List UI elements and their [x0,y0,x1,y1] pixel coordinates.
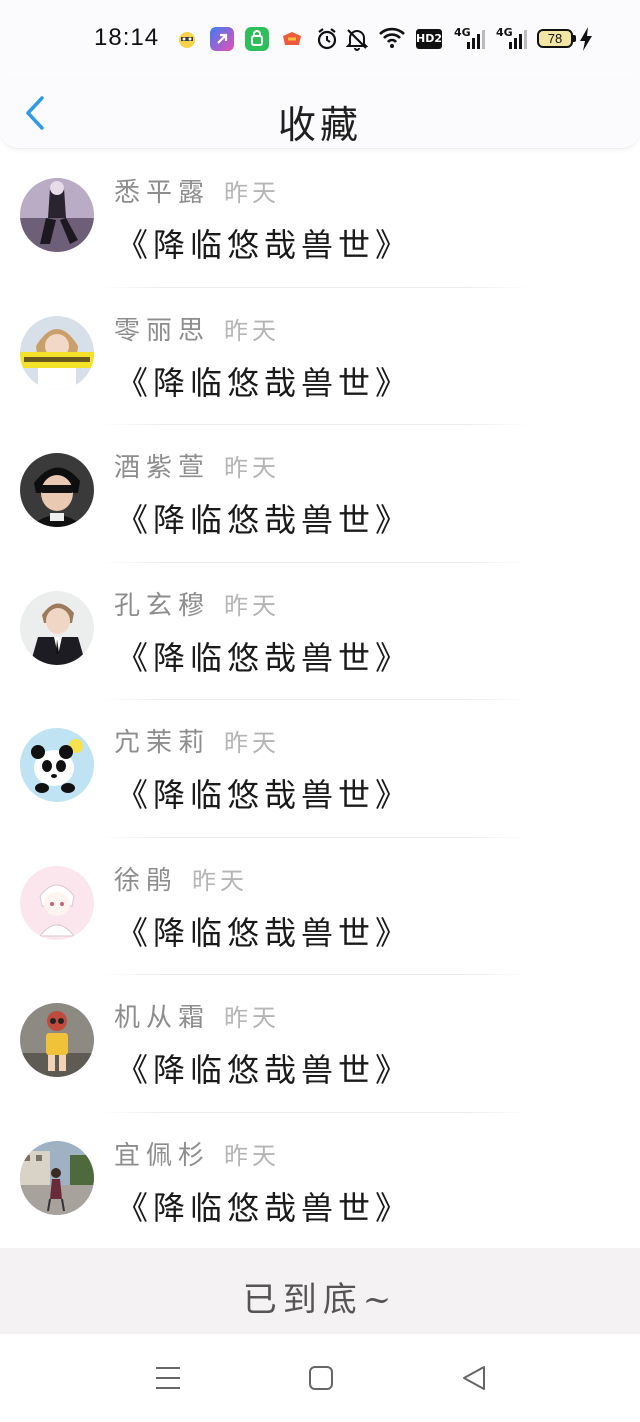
charging-icon [579,27,593,55]
menu-icon [156,1367,180,1389]
header-bar: 收藏 [0,80,640,149]
item-title: 《降临悠哉兽世》 [116,776,413,814]
avatar [20,1003,94,1077]
avatar [20,315,94,390]
hd-voice-badge: HD2 [416,29,442,49]
list-item[interactable]: 酒紫萱 昨天 《降临悠哉兽世》 [0,425,640,563]
system-nav-bar [0,1334,640,1422]
item-time: 昨天 [224,179,281,207]
item-title: 《降临悠哉兽世》 [116,913,413,952]
wifi-icon [378,26,406,54]
signal-icon [466,30,486,54]
list-item[interactable]: 宜佩杉 昨天 《降临悠哉兽世》 [0,1113,640,1251]
alarm-icon [315,26,339,56]
item-time: 昨天 [224,591,281,620]
avatar [20,1140,94,1215]
signal-icon-2 [508,30,528,54]
item-title: 《降临悠哉兽世》 [116,1051,413,1089]
home-icon [309,1366,333,1390]
item-author: 零丽思 昨天 [114,315,281,346]
shortcut-app-icon [210,27,234,51]
item-time: 昨天 [224,729,281,757]
avatar [20,178,94,252]
item-author: 机从霜 昨天 [114,1003,281,1033]
item-title: 《降临悠哉兽世》 [116,363,413,402]
battery-indicator: 78 [537,29,576,48]
list-item[interactable]: 悉平露 昨天 《降临悠哉兽世》 [0,150,640,288]
item-title: 《降临悠哉兽世》 [116,638,413,677]
item-time: 昨天 [224,1004,281,1032]
list-item[interactable]: 宂茉莉 昨天 《降临悠哉兽世》 [0,700,640,838]
item-time: 昨天 [224,454,281,482]
item-author: 孔玄穆 昨天 [114,590,281,621]
page-title: 收藏 [277,103,362,147]
mute-bell-icon [345,26,369,56]
nav-home-button[interactable] [307,1364,335,1396]
store-app-icon [245,27,269,51]
avatar [20,453,94,527]
item-title: 《降临悠哉兽世》 [116,1188,413,1227]
list-item[interactable]: 徐鹃 昨天 《降临悠哉兽世》 [0,838,640,975]
list-item[interactable]: 孔玄穆 昨天 《降临悠哉兽世》 [0,563,640,700]
item-title: 《降临悠哉兽世》 [116,226,413,264]
back-triangle-icon [463,1366,485,1390]
item-title: 《降临悠哉兽世》 [116,501,413,539]
item-time: 昨天 [224,316,281,345]
item-author: 徐鹃 昨天 [114,865,249,896]
end-of-list-text: 已到底~ [242,1280,398,1320]
avatar [20,728,94,802]
item-author: 悉平露 昨天 [114,178,281,208]
status-time: 18:14 [94,24,160,51]
list-end-footer: 已到底~ [0,1248,640,1334]
item-time: 昨天 [192,866,249,895]
item-time: 昨天 [224,1141,281,1170]
avatar [20,590,94,665]
item-author: 宜佩杉 昨天 [114,1140,281,1171]
list-item[interactable]: 机从霜 昨天 《降临悠哉兽世》 [0,975,640,1113]
avatar [20,865,94,940]
game-app-icon [280,27,304,51]
nav-back-button[interactable] [460,1364,488,1396]
character-app-icon [175,27,199,51]
favorites-list: 悉平露 昨天 《降临悠哉兽世》 零丽思 昨天 《降临悠哉兽世》 酒紫萱 昨天 《降临悠… [0,150,640,1250]
item-author: 宂茉莉 昨天 [114,728,281,758]
list-item[interactable]: 零丽思 昨天 《降临悠哉兽世》 [0,288,640,425]
item-author: 酒紫萱 昨天 [114,453,281,483]
nav-menu-button[interactable] [154,1364,182,1396]
status-bar: 18:14 HD2 4G 4G 78 [0,0,640,80]
